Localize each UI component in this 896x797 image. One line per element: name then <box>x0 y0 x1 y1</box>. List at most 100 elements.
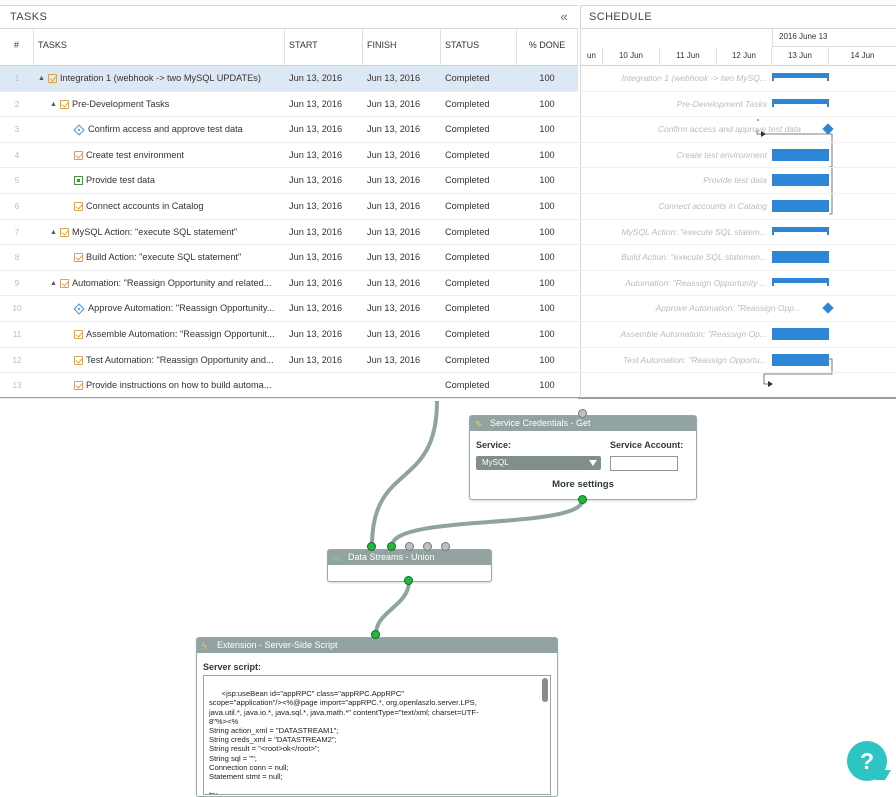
union-input-port-4[interactable] <box>423 542 432 551</box>
finish-date-cell[interactable]: Jun 13, 2016 <box>367 348 441 373</box>
percent-done-cell[interactable]: 100 <box>519 66 575 91</box>
milestone-marker[interactable] <box>822 123 834 135</box>
table-row[interactable]: 6 Connect accounts in Catalog Jun 13, 2016… <box>0 194 578 220</box>
status-cell[interactable]: Completed <box>445 66 519 91</box>
task-name-cell[interactable]: Create test environment <box>34 143 284 168</box>
start-date-cell[interactable]: Jun 13, 2016 <box>289 220 363 245</box>
task-name-cell[interactable]: Confirm access and approve test data <box>34 117 284 142</box>
percent-done-cell[interactable]: 100 <box>519 271 575 296</box>
service-node-output-port[interactable] <box>578 495 587 504</box>
collapse-panel-icon[interactable]: « <box>560 6 568 28</box>
status-cell[interactable]: Completed <box>445 348 519 373</box>
status-cell[interactable]: Completed <box>445 296 519 321</box>
start-date-cell[interactable]: Jun 13, 2016 <box>289 245 363 270</box>
service-select[interactable]: MySQL <box>476 456 601 470</box>
status-cell[interactable]: Completed <box>445 92 519 117</box>
column-header-percent-done[interactable]: % DONE <box>517 29 578 66</box>
percent-done-cell[interactable]: 100 <box>519 143 575 168</box>
percent-done-cell[interactable]: 100 <box>519 348 575 373</box>
column-header-tasks[interactable]: TASKS <box>34 29 285 66</box>
start-date-cell[interactable] <box>289 373 363 398</box>
table-row[interactable]: 10 Approve Automation: "Reassign Opportun… <box>0 296 578 322</box>
milestone-marker[interactable] <box>822 302 834 315</box>
table-row[interactable]: 2 ▲ Pre-Development Tasks Jun 13, 2016 Jun 1… <box>0 92 578 118</box>
column-header-status[interactable]: STATUS <box>441 29 517 66</box>
start-date-cell[interactable]: Jun 13, 2016 <box>289 271 363 296</box>
column-header-number[interactable]: # <box>0 29 34 66</box>
column-header-finish[interactable]: FINISH <box>363 29 441 66</box>
table-row[interactable]: 1 ▲ Integration 1 (webhook -> two MySQL UP… <box>0 66 578 92</box>
finish-date-cell[interactable]: Jun 13, 2016 <box>367 220 441 245</box>
expand-toggle-icon[interactable]: ▲ <box>38 66 48 91</box>
status-cell[interactable]: Completed <box>445 194 519 219</box>
finish-date-cell[interactable]: Jun 13, 2016 <box>367 322 441 347</box>
finish-date-cell[interactable]: Jun 13, 2016 <box>367 245 441 270</box>
start-date-cell[interactable]: Jun 13, 2016 <box>289 143 363 168</box>
percent-done-cell[interactable]: 100 <box>519 168 575 193</box>
finish-date-cell[interactable]: Jun 13, 2016 <box>367 117 441 142</box>
percent-done-cell[interactable]: 100 <box>519 322 575 347</box>
task-name-cell[interactable]: ▲ MySQL Action: "execute SQL statement" <box>34 220 284 245</box>
union-output-port[interactable] <box>404 576 413 585</box>
summary-bar[interactable] <box>772 98 829 107</box>
task-bar[interactable] <box>772 200 829 212</box>
table-row[interactable]: 4 Create test environment Jun 13, 2016 Jun … <box>0 143 578 169</box>
task-bar[interactable] <box>772 148 829 161</box>
task-name-cell[interactable]: Provide test data <box>34 168 284 193</box>
finish-date-cell[interactable]: Jun 13, 2016 <box>367 92 441 117</box>
percent-done-cell[interactable]: 100 <box>519 296 575 321</box>
task-bar[interactable] <box>772 251 829 264</box>
task-name-cell[interactable]: ▲ Automation: "Reassign Opportunity and r… <box>34 271 284 296</box>
task-name-cell[interactable]: Connect accounts in Catalog <box>34 194 284 219</box>
task-name-cell[interactable]: Test Automation: "Reassign Opportunity a… <box>34 348 284 373</box>
table-row[interactable]: 5 Provide test data Jun 13, 2016 Jun 13, 20… <box>0 168 578 194</box>
status-cell[interactable]: Completed <box>445 117 519 142</box>
finish-date-cell[interactable]: Jun 13, 2016 <box>367 168 441 193</box>
workflow-canvas[interactable]: ✎ Service Credentials - Get Service: Ser… <box>0 401 896 797</box>
expand-toggle-icon[interactable]: ▲ <box>50 92 60 117</box>
status-cell[interactable]: Completed <box>445 322 519 347</box>
table-row[interactable]: 12 Test Automation: "Reassign Opportunity… <box>0 348 578 374</box>
union-input-port-5[interactable] <box>441 542 450 551</box>
table-row[interactable]: 13 Provide instructions on how to build a… <box>0 373 578 399</box>
start-date-cell[interactable]: Jun 13, 2016 <box>289 117 363 142</box>
table-row[interactable]: 8 Build Action: "execute SQL statement" Ju… <box>0 245 578 271</box>
start-date-cell[interactable]: Jun 13, 2016 <box>289 296 363 321</box>
expand-toggle-icon[interactable]: ▲ <box>50 271 60 296</box>
union-input-port-3[interactable] <box>405 542 414 551</box>
status-cell[interactable]: Completed <box>445 143 519 168</box>
task-name-cell[interactable]: ▲ Integration 1 (webhook -> two MySQL UPD… <box>34 66 284 91</box>
finish-date-cell[interactable]: Jun 13, 2016 <box>367 66 441 91</box>
percent-done-cell[interactable]: 100 <box>519 220 575 245</box>
task-bar[interactable] <box>772 174 829 187</box>
percent-done-cell[interactable]: 100 <box>519 117 575 142</box>
server-side-script-node[interactable]: ϟ Extension - Server-Side Script Server … <box>196 637 558 797</box>
finish-date-cell[interactable]: Jun 13, 2016 <box>367 194 441 219</box>
union-input-port-2[interactable] <box>387 542 396 551</box>
percent-done-cell[interactable]: 100 <box>519 373 575 398</box>
finish-date-cell[interactable]: Jun 13, 2016 <box>367 271 441 296</box>
start-date-cell[interactable]: Jun 13, 2016 <box>289 66 363 91</box>
service-node-input-port[interactable] <box>578 409 587 418</box>
finish-date-cell[interactable]: Jun 13, 2016 <box>367 143 441 168</box>
percent-done-cell[interactable]: 100 <box>519 194 575 219</box>
task-name-cell[interactable]: ▲ Pre-Development Tasks <box>34 92 284 117</box>
finish-date-cell[interactable] <box>367 373 441 398</box>
percent-done-cell[interactable]: 100 <box>519 92 575 117</box>
server-side-script-title[interactable]: ϟ Extension - Server-Side Script <box>197 638 557 653</box>
status-cell[interactable]: Completed <box>445 168 519 193</box>
summary-bar[interactable] <box>772 226 829 235</box>
status-cell[interactable]: Completed <box>445 245 519 270</box>
percent-done-cell[interactable]: 100 <box>519 245 575 270</box>
start-date-cell[interactable]: Jun 13, 2016 <box>289 348 363 373</box>
task-name-cell[interactable]: Approve Automation: "Reassign Opportunit… <box>34 296 284 321</box>
help-chat-button[interactable]: ? <box>847 741 887 781</box>
server-script-editor[interactable]: <jsp:useBean id="appRPC" class="appRPC.A… <box>203 675 551 795</box>
column-header-start[interactable]: START <box>285 29 363 66</box>
table-row[interactable]: 11 Assemble Automation: "Reassign Opportu… <box>0 322 578 348</box>
status-cell[interactable]: Completed <box>445 271 519 296</box>
start-date-cell[interactable]: Jun 13, 2016 <box>289 92 363 117</box>
service-credentials-title[interactable]: ✎ Service Credentials - Get <box>470 416 696 431</box>
start-date-cell[interactable]: Jun 13, 2016 <box>289 168 363 193</box>
table-row[interactable]: 3 Confirm access and approve test data Jun… <box>0 117 578 143</box>
